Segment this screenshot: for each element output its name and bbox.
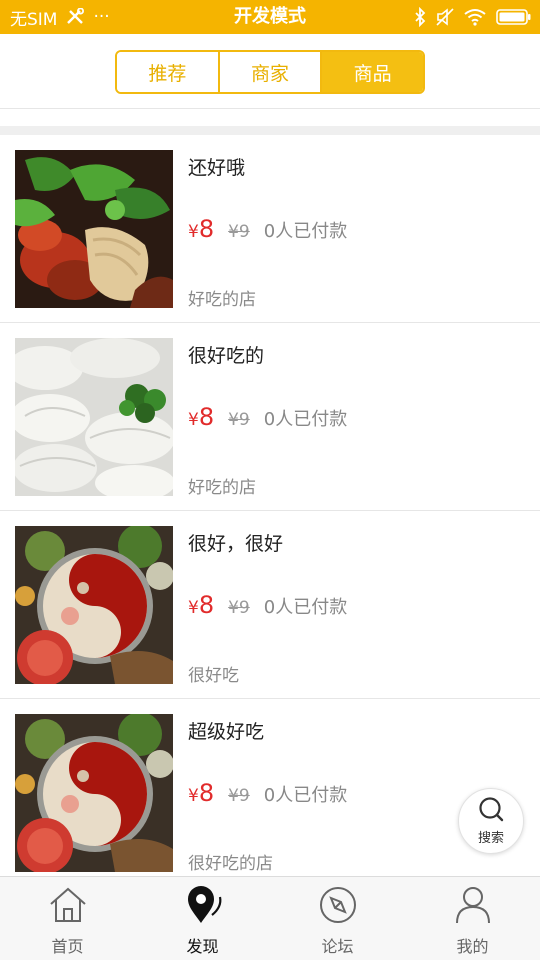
price-value: 8 [198, 591, 215, 619]
app-screen: 无SIM ··· 开发模式 推荐 商家 商品 还好哦 ¥8 ¥9 0人已付款 好… [0, 0, 540, 960]
currency-symbol: ¥ [188, 786, 199, 806]
original-price: ¥9 [228, 410, 250, 430]
battery-icon [496, 8, 532, 26]
product-image-hotpot[interactable] [15, 714, 173, 872]
search-icon [477, 796, 505, 826]
currency-symbol: ¥ [188, 222, 199, 242]
nav-item-mine[interactable]: 我的 [405, 877, 540, 960]
nav-label: 我的 [456, 937, 489, 956]
product-image-dumplings[interactable] [15, 338, 173, 496]
currency-symbol: ¥ [188, 598, 199, 618]
search-button-label: 搜索 [477, 831, 504, 846]
current-price: ¥8 [188, 591, 214, 619]
status-right [414, 0, 532, 34]
original-price: ¥9 [228, 598, 250, 618]
tab-products[interactable]: 商品 [320, 52, 423, 92]
product-image-hotpot[interactable] [15, 526, 173, 684]
tab-merchants[interactable]: 商家 [217, 52, 321, 92]
sold-count: 0人已付款 [263, 597, 348, 618]
header-divider [0, 108, 540, 109]
bottom-nav: 首页 发现 论坛 我的 [0, 876, 540, 960]
current-price: ¥8 [188, 215, 214, 243]
mute-icon [436, 8, 454, 26]
product-name: 很好吃的 [188, 345, 265, 367]
price-row: ¥8 ¥9 0人已付款 [188, 215, 347, 243]
product-item[interactable]: 很好吃的 ¥8 ¥9 0人已付款 好吃的店 [0, 323, 540, 511]
original-price: ¥9 [228, 222, 250, 242]
product-name: 超级好吃 [188, 721, 265, 743]
search-button[interactable]: 搜索 [458, 788, 524, 854]
currency-symbol: ¥ [188, 410, 199, 430]
product-item[interactable]: 很好，很好 ¥8 ¥9 0人已付款 很好吃 [0, 511, 540, 699]
price-value: 8 [198, 779, 215, 807]
segmented-tabs: 推荐 商家 商品 [115, 50, 425, 94]
home-icon [48, 885, 88, 929]
price-value: 8 [198, 215, 215, 243]
product-list[interactable]: 还好哦 ¥8 ¥9 0人已付款 好吃的店 很好吃的 ¥8 ¥9 0人已付款 好吃… [0, 135, 540, 875]
nav-label: 首页 [51, 937, 84, 956]
product-name: 还好哦 [188, 157, 246, 179]
shop-name: 很好吃的店 [188, 854, 273, 874]
nav-label: 发现 [186, 937, 219, 956]
sold-count: 0人已付款 [263, 221, 348, 242]
price-row: ¥8 ¥9 0人已付款 [188, 403, 347, 431]
sold-count: 0人已付款 [263, 409, 348, 430]
product-item[interactable]: 超级好吃 ¥8 ¥9 0人已付款 很好吃的店 [0, 699, 540, 875]
original-price: ¥9 [228, 786, 250, 806]
discover-pin-icon [182, 885, 224, 929]
product-image-salad-noodles[interactable] [15, 150, 173, 308]
nav-item-home[interactable]: 首页 [0, 877, 135, 960]
current-price: ¥8 [188, 779, 214, 807]
status-bar: 无SIM ··· 开发模式 [0, 0, 540, 34]
nav-label: 论坛 [321, 937, 354, 956]
product-name: 很好，很好 [188, 533, 284, 555]
price-value: 8 [198, 403, 215, 431]
shop-name: 很好吃 [188, 666, 239, 686]
shop-name: 好吃的店 [188, 290, 256, 310]
tab-recommend[interactable]: 推荐 [117, 52, 218, 92]
bluetooth-icon [414, 7, 426, 27]
user-icon [453, 885, 493, 929]
product-item[interactable]: 还好哦 ¥8 ¥9 0人已付款 好吃的店 [0, 135, 540, 323]
price-row: ¥8 ¥9 0人已付款 [188, 591, 347, 619]
compass-icon [318, 885, 358, 929]
price-row: ¥8 ¥9 0人已付款 [188, 779, 347, 807]
sold-count: 0人已付款 [263, 785, 348, 806]
nav-item-forum[interactable]: 论坛 [270, 877, 405, 960]
section-gap [0, 126, 540, 135]
current-price: ¥8 [188, 403, 214, 431]
shop-name: 好吃的店 [188, 478, 256, 498]
nav-item-discover[interactable]: 发现 [135, 877, 270, 960]
wifi-icon [464, 8, 486, 26]
